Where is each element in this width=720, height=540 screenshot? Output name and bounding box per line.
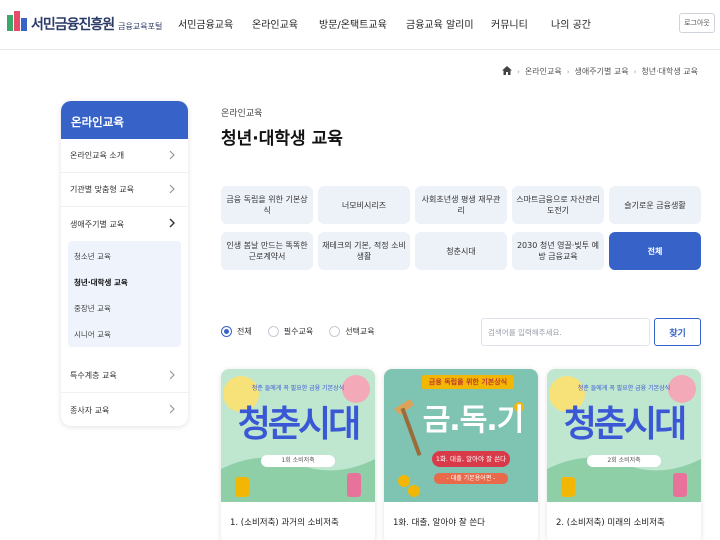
thumbnail-top-text: 청춘 들에게 꼭 필요한 금융 기본상식 xyxy=(577,385,671,392)
tag-proper-consumption[interactable]: 재테크의 기본, 적정 소비 생활 xyxy=(318,232,410,270)
chevron-right-icon xyxy=(169,218,175,228)
filter-optional-radio[interactable]: 선택교육 xyxy=(329,326,375,337)
breadcrumb: › 온라인교육 › 생애주기별 교육 › 청년·대학생 교육 xyxy=(502,66,698,77)
thumbnail-headline: 청춘시대 xyxy=(563,404,687,445)
logout-button[interactable]: 로그아웃 xyxy=(679,13,715,33)
nav-visit-education[interactable]: 방문/온택트교육 xyxy=(319,16,387,31)
thumbnail-headline: 청춘시대 xyxy=(237,404,361,445)
thumbnail-top-text: 청춘 들에게 꼭 필요한 금융 기본상식 xyxy=(251,385,345,392)
sidebar-title: 온라인교육 xyxy=(61,101,188,139)
chevron-right-icon: › xyxy=(517,67,520,76)
chevron-right-icon xyxy=(169,184,175,194)
sidebar-item-workers[interactable]: 종사자 교육 xyxy=(61,393,188,426)
course-thumbnail: 청춘 들에게 꼭 필요한 금융 기본상식 청춘시대 1회 소비저축 xyxy=(221,369,375,502)
tag-wise-financial-life[interactable]: 슬기로운 금융생활 xyxy=(609,186,701,224)
radio-unchecked-icon xyxy=(329,326,341,337)
breadcrumb-item[interactable]: 생애주기별 교육 xyxy=(575,66,629,77)
sidebar-item-label: 생애주기별 교육 xyxy=(70,219,125,229)
filter-label: 전체 xyxy=(237,327,252,336)
sidebar-item-label: 기관별 맞춤형 교육 xyxy=(70,185,134,194)
sidebar-sub-item-middle-age[interactable]: 중장년 교육 xyxy=(74,303,111,314)
filter-all-radio[interactable]: 전체 xyxy=(221,326,252,337)
sidebar-item-label: 온라인교육 소개 xyxy=(70,151,125,160)
course-card-title[interactable]: 2. (소비저축) 미래의 소비저축 xyxy=(556,516,665,528)
nav-financial-education[interactable]: 서민금융교육 xyxy=(178,16,233,31)
sidebar-sub-item-youth[interactable]: 청소년 교육 xyxy=(74,251,111,262)
course-card[interactable]: 청춘 들에게 꼭 필요한 금융 기본상식 청춘시대 2회 소비저축 2. (소비… xyxy=(547,369,701,540)
breadcrumb-item[interactable]: 온라인교육 xyxy=(525,66,562,77)
thumbnail-top-text: 금융 독립을 위한 기본상식 xyxy=(428,378,508,386)
page-title: 청년·대학생 교육 xyxy=(221,129,343,149)
nav-community[interactable]: 커뮤니티 xyxy=(491,16,528,31)
sidebar-item-institution[interactable]: 기관별 맞춤형 교육 xyxy=(61,173,188,207)
filter-required-radio[interactable]: 필수교육 xyxy=(267,326,314,337)
search-input[interactable] xyxy=(481,318,650,346)
tag-smart-finance[interactable]: 스마트금융으로 자산관리 도전기 xyxy=(512,186,604,224)
thumbnail-badge: 1화. 대출, 알아야 잘 쓴다 xyxy=(435,455,507,463)
page-subtitle: 온라인교육 xyxy=(221,109,263,119)
chevron-right-icon xyxy=(169,370,175,380)
tag-financial-independence[interactable]: 금융 독립을 위한 기본상식 xyxy=(221,186,313,224)
filter-radio-group: 전체 필수교육 선택교육 xyxy=(221,326,391,337)
course-card-title[interactable]: 1. (소비저축) 과거의 소비저축 xyxy=(230,516,339,528)
search-button[interactable]: 찾기 xyxy=(654,318,701,346)
course-thumbnail: 청춘 들에게 꼭 필요한 금융 기본상식 청춘시대 2회 소비저축 xyxy=(547,369,701,502)
tag-lifetime-finance[interactable]: 사회초년생 평생 재무관리 xyxy=(415,186,507,224)
course-card[interactable]: 청춘 들에게 꼭 필요한 금융 기본상식 청춘시대 1회 소비저축 1. (소비… xyxy=(221,369,375,540)
nav-my-space[interactable]: 나의 공간 xyxy=(551,16,591,31)
sidebar-item-label: 특수계층 교육 xyxy=(70,371,117,380)
filter-label: 선택교육 xyxy=(345,327,375,336)
filter-label: 필수교육 xyxy=(283,327,314,336)
site-header: 서민금융진흥원 금융교육포털 서민금융교육 온라인교육 방문/온택트교육 금융교… xyxy=(0,0,720,50)
radio-unchecked-icon xyxy=(267,326,279,337)
thumbnail-badge: 1회 소비저축 xyxy=(281,457,315,464)
thumbnail-badge: 2회 소비저축 xyxy=(607,457,641,464)
sidebar-item-label: 종사자 교육 xyxy=(70,405,110,415)
nav-online-education[interactable]: 온라인교육 xyxy=(252,16,298,31)
tag-nemobi-series[interactable]: 너모비시리즈 xyxy=(318,186,410,224)
sidebar-item-special[interactable]: 특수계층 교육 xyxy=(61,359,188,393)
thumbnail-headline: 금.독.기 xyxy=(422,403,525,438)
sidebar-sub-item-senior[interactable]: 시니어 교육 xyxy=(74,329,111,340)
tag-debt-prevention[interactable]: 2030 청년 영끌·빚투 예방 금융교육 xyxy=(512,232,604,270)
chevron-right-icon: › xyxy=(633,67,637,76)
chevron-right-icon xyxy=(169,404,175,414)
nav-education-notice[interactable]: 금융교육 알리미 xyxy=(406,16,474,31)
radio-checked-icon xyxy=(221,326,232,337)
chevron-right-icon: › xyxy=(566,67,570,76)
sidebar-submenu: 청소년 교육 청년·대학생 교육 중장년 교육 시니어 교육 xyxy=(68,241,181,347)
course-thumbnail: 금융 독립을 위한 기본상식 금.독.기 1화. 대출, 알아야 잘 쓴다 - … xyxy=(384,369,538,502)
tag-all[interactable]: 전체 xyxy=(609,232,701,270)
course-card[interactable]: 금융 독립을 위한 기본상식 금.독.기 1화. 대출, 알아야 잘 쓴다 - … xyxy=(384,369,538,540)
sidebar-item-lifecycle[interactable]: 생애주기별 교육 xyxy=(61,207,188,241)
tag-labor-contract[interactable]: 인생 봄날 만드는 똑똑한 근로계약서 xyxy=(221,232,313,270)
sidebar: 온라인교육 온라인교육 소개 기관별 맞춤형 교육 생애주기별 교육 청소년 교… xyxy=(61,101,188,426)
course-card-title[interactable]: 1화. 대출, 알아야 잘 쓴다 xyxy=(393,516,485,528)
sidebar-item-online-intro[interactable]: 온라인교육 소개 xyxy=(61,139,188,173)
chevron-right-icon xyxy=(169,150,175,160)
sidebar-sub-item-young-adult[interactable]: 청년·대학생 교육 xyxy=(74,277,128,288)
breadcrumb-current: 청년·대학생 교육 xyxy=(641,67,698,76)
tag-youth-era[interactable]: 청춘시대 xyxy=(415,232,507,270)
home-icon[interactable] xyxy=(502,66,513,77)
main-nav: 서민금융교육 온라인교육 방문/온택트교육 금융교육 알리미 커뮤니티 나의 공… xyxy=(0,16,720,32)
thumbnail-caption: - 대출 기본용어편 - xyxy=(446,475,496,482)
